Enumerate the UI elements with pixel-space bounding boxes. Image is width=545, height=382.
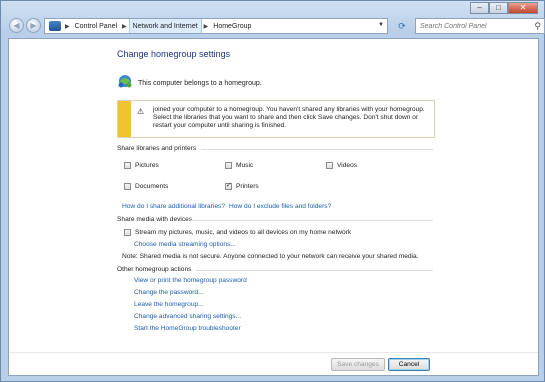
checkbox-box[interactable]: [124, 229, 131, 236]
leave-homegroup-link[interactable]: Leave the homegroup...: [134, 301, 204, 308]
cancel-button[interactable]: Cancel: [388, 358, 430, 371]
warning-icon: ⚠: [137, 107, 145, 116]
checkbox-label: Pictures: [135, 162, 159, 169]
checkbox-label: Printers: [236, 183, 259, 190]
search-box[interactable]: ⚲: [415, 18, 545, 34]
breadcrumb-separator-icon[interactable]: ▶: [63, 23, 72, 30]
checkbox-label: Stream my pictures, music, and videos to…: [135, 229, 352, 236]
exclude-files-link[interactable]: How do I exclude files and folders?: [229, 203, 331, 210]
control-panel-icon: [49, 21, 61, 31]
warning-text: joined your computer to a homegroup. You…: [153, 106, 425, 129]
back-button[interactable]: ◀: [9, 18, 24, 33]
checkbox-label: Videos: [337, 162, 358, 169]
refresh-icon[interactable]: ⟳: [392, 19, 412, 33]
checkbox-box[interactable]: [225, 162, 232, 169]
media-streaming-options-link[interactable]: Choose media streaming options...: [134, 241, 236, 248]
search-icon[interactable]: ⚲: [534, 21, 541, 32]
checkbox-box[interactable]: [124, 183, 131, 190]
share-media-heading: Share media with devices: [117, 216, 193, 223]
breadcrumb-separator-icon[interactable]: ▶: [120, 23, 129, 30]
documents-checkbox[interactable]: Documents: [124, 183, 168, 190]
other-actions-heading: Other homegroup actions: [117, 266, 192, 273]
change-password-link[interactable]: Change the password...: [134, 289, 204, 296]
checkbox-box[interactable]: [124, 162, 131, 169]
checkbox-box[interactable]: [326, 162, 333, 169]
window-controls: – □ ✕: [470, 2, 538, 14]
troubleshooter-link[interactable]: Start the HomeGroup troubleshooter: [134, 325, 241, 332]
stream-media-checkbox[interactable]: Stream my pictures, music, and videos to…: [124, 229, 351, 236]
warning-panel: ⚠ joined your computer to a homegroup. Y…: [117, 100, 435, 138]
maximize-button[interactable]: □: [489, 2, 508, 14]
forward-arrow-icon: ▶: [30, 21, 37, 30]
navigation-toolbar: ◀ ▶ ▶ Control Panel ▶ Network and Intern…: [8, 17, 545, 35]
warning-bar: [118, 101, 131, 137]
footer-divider: [9, 352, 538, 353]
checkbox-box-checked[interactable]: [225, 181, 232, 190]
search-input[interactable]: [420, 22, 530, 30]
section-divider: [191, 220, 433, 221]
section-divider: [196, 270, 433, 271]
videos-checkbox[interactable]: Videos: [326, 162, 357, 169]
window-frame: – □ ✕ ◀ ▶ ▶ Control Panel ▶ Network and …: [0, 0, 545, 382]
advanced-sharing-link[interactable]: Change advanced sharing settings...: [134, 313, 241, 320]
page-title: Change homegroup settings: [117, 49, 231, 59]
homegroup-status-text: This computer belongs to a homegroup.: [138, 80, 262, 87]
breadcrumb-homegroup[interactable]: HomeGroup: [210, 19, 254, 33]
address-dropdown-icon[interactable]: ▼: [378, 22, 384, 28]
breadcrumb-control-panel[interactable]: Control Panel: [72, 19, 120, 33]
close-button[interactable]: ✕: [508, 2, 538, 14]
section-divider: [201, 149, 433, 150]
address-bar[interactable]: ▶ Control Panel ▶ Network and Internet ▶…: [44, 18, 388, 34]
forward-button[interactable]: ▶: [26, 18, 41, 33]
homegroup-icon: [118, 75, 132, 88]
pictures-checkbox[interactable]: Pictures: [124, 162, 159, 169]
back-arrow-icon: ◀: [13, 21, 20, 30]
view-password-link[interactable]: View or print the homegroup password: [134, 277, 247, 284]
minimize-button[interactable]: –: [470, 2, 489, 14]
save-changes-button[interactable]: Save changes: [331, 358, 385, 371]
share-additional-libraries-link[interactable]: How do I share additional libraries?: [122, 203, 225, 210]
checkbox-label: Documents: [135, 183, 169, 190]
share-libraries-heading: Share libraries and printers: [117, 145, 197, 152]
music-checkbox[interactable]: Music: [225, 162, 253, 169]
checkbox-label: Music: [236, 162, 254, 169]
breadcrumb-separator-icon[interactable]: ▶: [202, 23, 211, 30]
content-pane: Change homegroup settings This computer …: [8, 38, 539, 376]
shared-media-note: Note: Shared media is not secure. Anyone…: [122, 253, 419, 260]
printers-checkbox[interactable]: Printers: [225, 181, 259, 190]
breadcrumb-network-and-internet[interactable]: Network and Internet: [128, 19, 202, 33]
